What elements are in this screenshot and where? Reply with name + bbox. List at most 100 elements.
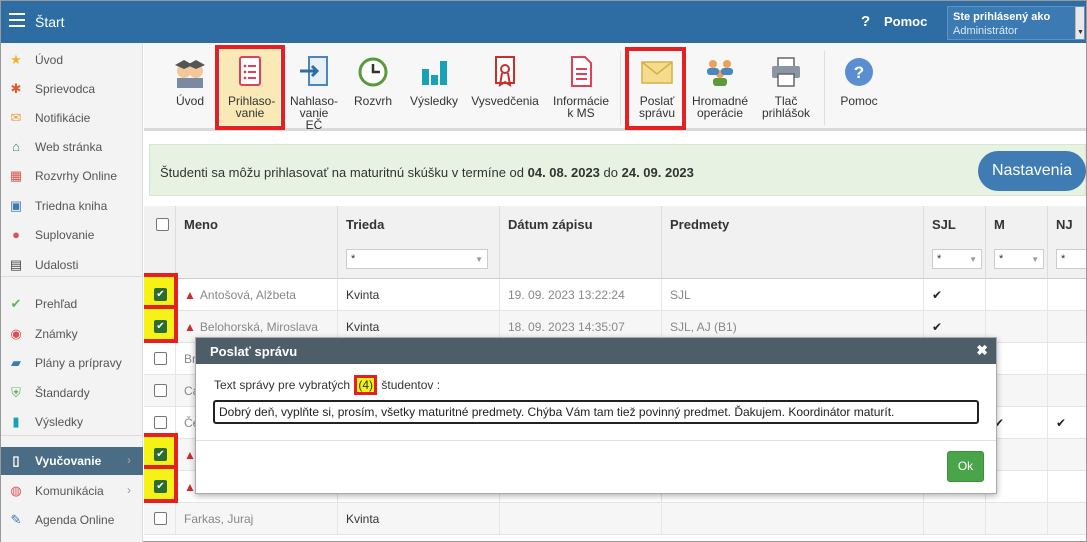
m-filter[interactable]: * ▼ bbox=[994, 249, 1044, 269]
envelope-icon: ✉ bbox=[10, 110, 22, 125]
trieda-filter[interactable]: * ▼ bbox=[346, 249, 488, 269]
nj-filter[interactable]: *▼ bbox=[1056, 249, 1086, 269]
pencil-icon: ✎ bbox=[10, 512, 22, 527]
ok-button[interactable]: Ok bbox=[947, 451, 984, 482]
dialog-title: Poslať správu bbox=[210, 344, 298, 359]
sidebar: ★ Úvod ✱ Sprievodca ✉ Notifikácie ⌂ Web stránka… bbox=[1, 43, 143, 542]
column-header-m[interactable]: M * ▼ bbox=[986, 206, 1048, 279]
sidebar-item-15[interactable]: ✎ Agenda Online bbox=[1, 506, 143, 534]
toolbar-prihlasovanie[interactable]: Prihlaso-vanie bbox=[220, 49, 280, 125]
nj-cell bbox=[1048, 375, 1086, 407]
form-icon bbox=[239, 56, 261, 86]
column-header-datum[interactable]: Dátum zápisu bbox=[500, 206, 662, 279]
help-link[interactable]: Pomoc bbox=[884, 14, 927, 29]
name-cell: Farkas, Juraj bbox=[176, 503, 338, 535]
column-header-sjl[interactable]: SJL * ▼ bbox=[924, 206, 986, 279]
close-icon[interactable]: ✖ bbox=[976, 342, 988, 359]
sidebar-item-9[interactable]: ◉ Známky bbox=[1, 320, 143, 348]
nj-cell bbox=[1048, 471, 1086, 503]
sidebar-item-1[interactable]: ✱ Sprievodca bbox=[1, 75, 143, 103]
row-checkbox[interactable]: ✔ bbox=[154, 288, 167, 301]
help-icon[interactable]: ? bbox=[861, 13, 870, 30]
select-all-checkbox[interactable] bbox=[156, 218, 169, 231]
toolbar-vysledky[interactable]: Výsledky bbox=[406, 49, 462, 125]
toolbar-label: Nahlaso-vanie EČ bbox=[290, 94, 339, 132]
row-checkbox[interactable]: ✔ bbox=[154, 480, 167, 493]
sidebar-item-5[interactable]: ▣ Triedna kniha bbox=[1, 192, 143, 220]
menu-icon[interactable] bbox=[9, 13, 25, 28]
row-checkbox[interactable] bbox=[154, 416, 167, 429]
row-checkbox[interactable] bbox=[154, 352, 167, 365]
toolbar-label: Vysvedčenia bbox=[471, 94, 539, 108]
sidebar-item-13[interactable]: ▯ Vyučovanie › bbox=[1, 447, 143, 475]
cell-text: Belohorská, Miroslava bbox=[199, 320, 318, 334]
sidebar-item-11[interactable]: ⛨ Štandardy bbox=[1, 379, 143, 407]
toolbar-hromadne[interactable]: Hromadné operácie bbox=[690, 49, 750, 125]
chevron-down-icon: ▼ bbox=[475, 255, 483, 264]
subjects-cell bbox=[662, 503, 924, 535]
table-row[interactable]: Farkas, Juraj Kvinta bbox=[144, 503, 1086, 535]
sjl-cell bbox=[924, 503, 986, 535]
clock-icon bbox=[358, 57, 388, 87]
sidebar-item-label: Rozvrhy Online bbox=[35, 169, 118, 183]
user-role: Administrátor bbox=[953, 25, 1018, 37]
toolbar-tlac[interactable]: Tlač prihlášok bbox=[756, 49, 816, 125]
toolbar-rozvrh[interactable]: Rozvrh bbox=[348, 49, 398, 125]
sidebar-item-2[interactable]: ✉ Notifikácie bbox=[1, 104, 143, 132]
sidebar-item-14[interactable]: ◍ Komunikácia › bbox=[1, 477, 143, 505]
sidebar-item-label: Komunikácia bbox=[35, 484, 104, 498]
bar-chart-icon: ▮ bbox=[12, 414, 20, 429]
toolbar-label: Rozvrh bbox=[353, 94, 392, 108]
row-checkbox[interactable]: ✔ bbox=[154, 448, 167, 461]
cell-text: Antošová, Alžbeta bbox=[199, 288, 296, 302]
sidebar-item-label: Triedna kniha bbox=[35, 199, 108, 213]
row-checkbox[interactable]: ✔ bbox=[154, 320, 167, 333]
row-checkbox[interactable] bbox=[154, 384, 167, 397]
sidebar-item-7[interactable]: ▤ Udalosti bbox=[1, 251, 143, 279]
toolbar-nahlasovanie[interactable]: Nahlaso-vanie EČ bbox=[284, 49, 344, 131]
cell-text: SJL, AJ (B1) bbox=[670, 320, 737, 334]
toolbar-uvod[interactable]: Úvod bbox=[162, 49, 218, 125]
sidebar-item-4[interactable]: ▦ Rozvrhy Online bbox=[1, 162, 143, 190]
sidebar-item-0[interactable]: ★ Úvod bbox=[1, 46, 143, 74]
cell-text: Kvinta bbox=[346, 512, 380, 526]
column-header-predmety[interactable]: Predmety bbox=[662, 206, 924, 279]
select-cell bbox=[144, 375, 176, 407]
dialog-prompt: Text správy pre vybratých (4) študentov … bbox=[214, 375, 440, 395]
check-icon: ✔ bbox=[932, 320, 943, 334]
m-cell bbox=[986, 279, 1048, 311]
user-box-scrollbar[interactable]: ▼ bbox=[1075, 7, 1084, 39]
wand-icon: ✱ bbox=[10, 81, 22, 96]
send-message-dialog: Poslať správu ✖ Text správy pre vybratýc… bbox=[195, 337, 997, 494]
toolbar-label: Tlač prihlášok bbox=[761, 94, 811, 120]
toolbar-poslat-spravu[interactable]: Poslať správu bbox=[628, 49, 686, 125]
class-cell: Kvinta bbox=[338, 503, 500, 535]
date-to: 24. 09. 2023 bbox=[621, 165, 694, 180]
sidebar-item-10[interactable]: ▰ Plány a prípravy bbox=[1, 349, 143, 377]
cell-text: Farkas, Juraj bbox=[184, 512, 254, 526]
sidebar-item-label: Výsledky bbox=[35, 415, 84, 429]
settings-button[interactable]: Nastavenia bbox=[978, 151, 1086, 191]
table-row[interactable]: ✔ ▲ Antošová, Alžbeta Kvinta 19. 09. 2023 13… bbox=[144, 273, 1086, 311]
message-input[interactable]: Dobrý deň, vyplňte si, prosím, všetky ma… bbox=[213, 400, 979, 424]
column-header-meno[interactable]: Meno bbox=[176, 206, 338, 279]
sidebar-item-12[interactable]: ▮ Výsledky bbox=[1, 408, 143, 436]
toolbar-pomoc[interactable]: ? Pomoc bbox=[834, 49, 884, 125]
sidebar-item-label: Plány a prípravy bbox=[35, 356, 122, 370]
column-header-trieda[interactable]: Trieda * ▼ bbox=[338, 206, 500, 279]
sidebar-item-3[interactable]: ⌂ Web stránka bbox=[1, 133, 143, 161]
user-box[interactable]: Ste prihlásený ako Administrátor ▼ bbox=[947, 6, 1085, 40]
column-header-nj[interactable]: NJ *▼ bbox=[1048, 206, 1086, 279]
toolbar-vysvedcenia[interactable]: Vysvedčenia bbox=[470, 49, 540, 125]
check-icon: ✔ bbox=[932, 288, 943, 302]
sidebar-item-6[interactable]: ● Suplovanie bbox=[1, 221, 143, 249]
date-cell bbox=[500, 503, 662, 535]
chevron-down-icon: ▼ bbox=[1031, 255, 1039, 264]
row-checkbox[interactable] bbox=[154, 512, 167, 525]
certificate-icon bbox=[495, 56, 515, 87]
toolbar: Úvod Prihlaso-vanie Nahlaso-vanie EČ Roz… bbox=[144, 43, 1086, 131]
sjl-filter[interactable]: * ▼ bbox=[932, 249, 982, 269]
sidebar-item-8[interactable]: ✔ Prehľad bbox=[1, 290, 143, 318]
toolbar-informacie[interactable]: Informácie k MS bbox=[548, 49, 614, 125]
cell-text: 18. 09. 2023 14:35:07 bbox=[508, 320, 625, 334]
